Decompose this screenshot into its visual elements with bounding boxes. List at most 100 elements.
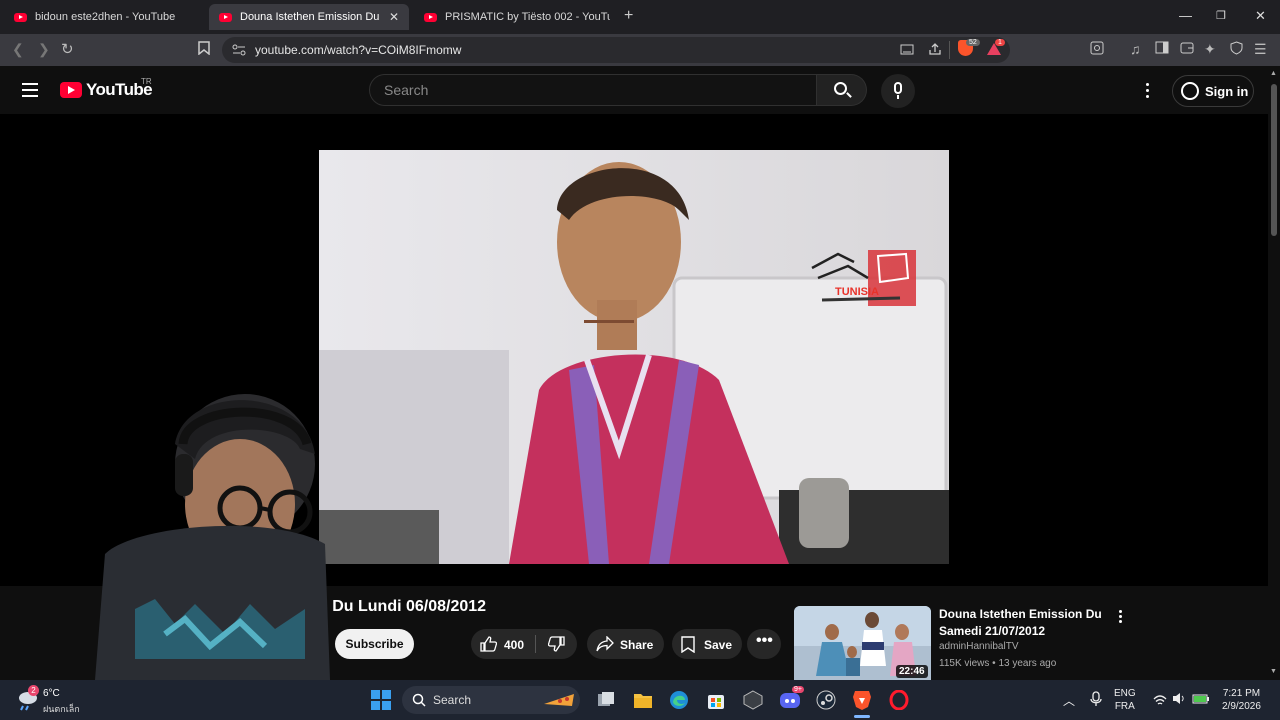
scroll-down-icon[interactable]: ▼ — [1270, 668, 1277, 675]
scrollbar-thumb[interactable] — [1271, 84, 1277, 236]
youtube-logo-icon[interactable] — [60, 82, 82, 98]
battery-icon[interactable] — [1192, 692, 1210, 710]
close-tab-icon[interactable]: ✕ — [389, 10, 399, 24]
share-icon — [596, 635, 614, 655]
weather-temperature[interactable]: 6°C — [43, 688, 60, 699]
screen: bidoun este2dhen - YouTube Douna Istethe… — [0, 0, 1280, 720]
discord-badge: 9+ — [792, 686, 804, 693]
search-input[interactable] — [384, 82, 804, 98]
vpn-icon[interactable] — [1230, 41, 1243, 58]
share-label: Share — [620, 638, 654, 652]
wallet-icon[interactable] — [1180, 41, 1194, 57]
file-explorer-icon[interactable] — [633, 691, 653, 714]
related-title[interactable]: Douna Istethen Emission Du Samedi 21/07/… — [939, 606, 1109, 640]
search-button[interactable] — [817, 74, 867, 106]
youtube-favicon-icon — [14, 12, 27, 22]
media-icon[interactable]: ♫ — [1130, 41, 1141, 57]
reload-icon[interactable]: ↻ — [61, 40, 74, 58]
task-view-icon[interactable] — [597, 691, 615, 714]
search-box[interactable] — [369, 74, 817, 106]
volume-icon[interactable] — [1172, 692, 1186, 710]
search-highlight-pizza-icon — [542, 690, 576, 715]
tab-1[interactable]: bidoun este2dhen - YouTube — [4, 4, 210, 30]
browser-toolbar: ❮ ❯ ↻ youtube.com/watch?v=COiM8IFmomw 52… — [0, 34, 1280, 66]
related-thumbnail[interactable]: 22:46 — [794, 606, 931, 680]
sign-in-label: Sign in — [1205, 84, 1249, 99]
shield-count-badge: 52 — [966, 39, 980, 46]
show-hidden-icons-chevron-icon[interactable]: ︿ — [1063, 692, 1075, 709]
microsoft-store-icon[interactable] — [706, 690, 726, 715]
minimize-button[interactable]: — — [1179, 8, 1192, 23]
language-bottom: FRA — [1114, 701, 1135, 712]
microphone-icon — [894, 82, 902, 94]
youtube-header: YouTube TR Sign in — [0, 66, 1268, 114]
video-duration: 22:46 — [896, 665, 928, 678]
windows-start-icon[interactable] — [371, 690, 391, 715]
sidebar-icon[interactable] — [1155, 41, 1169, 57]
voice-search-button[interactable] — [881, 74, 915, 108]
clock[interactable]: 7:21 PM 2/9/2026 — [1222, 687, 1261, 713]
steam-icon[interactable] — [816, 690, 836, 715]
back-icon[interactable]: ❮ — [12, 41, 24, 58]
taskbar-search-box[interactable]: Search — [402, 686, 580, 714]
screenshot-icon[interactable] — [1090, 41, 1104, 58]
search-icon — [834, 82, 847, 95]
leo-ai-icon[interactable]: ✦ — [1204, 41, 1216, 58]
discord-icon[interactable] — [779, 690, 801, 715]
brave-browser-icon[interactable] — [852, 689, 872, 716]
like-dislike-group: 400 — [471, 629, 577, 659]
save-button[interactable]: Save — [672, 629, 742, 659]
browser-tab-strip: bidoun este2dhen - YouTube Douna Istethe… — [0, 0, 1280, 34]
subscribe-button[interactable]: Subscribe — [335, 629, 414, 659]
restore-button[interactable]: ❐ — [1216, 9, 1226, 22]
like-divider — [535, 635, 536, 653]
taskbar-search-label: Search — [433, 693, 472, 707]
tab-title: bidoun este2dhen - YouTube — [35, 11, 176, 23]
weather-badge: 2 — [28, 685, 39, 696]
scroll-up-icon[interactable]: ▲ — [1270, 70, 1277, 77]
page-scrollbar[interactable]: ▲ ▼ — [1268, 66, 1280, 680]
microphone-tray-icon[interactable] — [1090, 691, 1102, 712]
save-icon — [681, 636, 695, 656]
related-channel[interactable]: adminHannibalTV — [939, 641, 1019, 652]
forward-icon[interactable]: ❯ — [38, 41, 50, 58]
address-bar[interactable]: youtube.com/watch?v=COiM8IFmomw — [222, 37, 1010, 63]
share-button[interactable]: Share — [587, 629, 664, 659]
language-indicator[interactable]: ENG FRA — [1114, 687, 1136, 713]
channel-watermark — [808, 248, 918, 313]
related-video-item[interactable]: 22:46 Douna Istethen Emission Du Samedi … — [794, 606, 1264, 680]
new-tab-button[interactable]: + — [624, 7, 633, 25]
share-page-icon[interactable] — [928, 42, 942, 61]
app-cube-icon[interactable] — [743, 690, 763, 715]
clock-date: 2/9/2026 — [1222, 701, 1261, 712]
url-text: youtube.com/watch?v=COiM8IFmomw — [255, 43, 462, 57]
language-top: ENG — [1114, 688, 1136, 699]
video-frame[interactable] — [319, 150, 949, 564]
close-window-button[interactable]: ✕ — [1255, 8, 1266, 24]
video-title: n Du Lundi 06/08/2012 — [318, 598, 487, 615]
site-settings-icon[interactable] — [232, 43, 246, 61]
related-more-icon[interactable] — [1119, 610, 1122, 625]
sign-in-button[interactable]: Sign in — [1172, 75, 1254, 107]
like-icon[interactable] — [480, 636, 498, 655]
menu-icon[interactable]: ☰ — [1254, 41, 1267, 58]
youtube-favicon-icon — [424, 12, 437, 22]
settings-more-icon[interactable] — [1146, 83, 1150, 101]
cast-icon[interactable] — [900, 43, 914, 61]
youtube-favicon-icon — [219, 12, 232, 22]
country-code: TR — [141, 77, 152, 86]
dislike-icon[interactable] — [547, 636, 565, 655]
bookmark-icon[interactable] — [198, 41, 210, 58]
weather-description: ฝนตกเล็ก — [43, 704, 80, 714]
edge-icon[interactable] — [669, 690, 689, 715]
taskbar-search-icon — [412, 693, 426, 712]
microphone-stand — [897, 95, 899, 99]
tab-title: PRISMATIC by Tiësto 002 - YouTube — [445, 11, 610, 23]
more-actions-button[interactable]: ••• — [747, 629, 781, 659]
video-still — [319, 150, 949, 564]
opera-icon[interactable] — [889, 689, 909, 715]
guide-menu-icon[interactable] — [22, 83, 38, 97]
tab-3[interactable]: PRISMATIC by Tiësto 002 - YouTube — [414, 4, 620, 30]
tab-2-active[interactable]: Douna Istethen Emission Du Lun ✕ — [209, 4, 409, 30]
wifi-icon[interactable] — [1153, 693, 1167, 711]
